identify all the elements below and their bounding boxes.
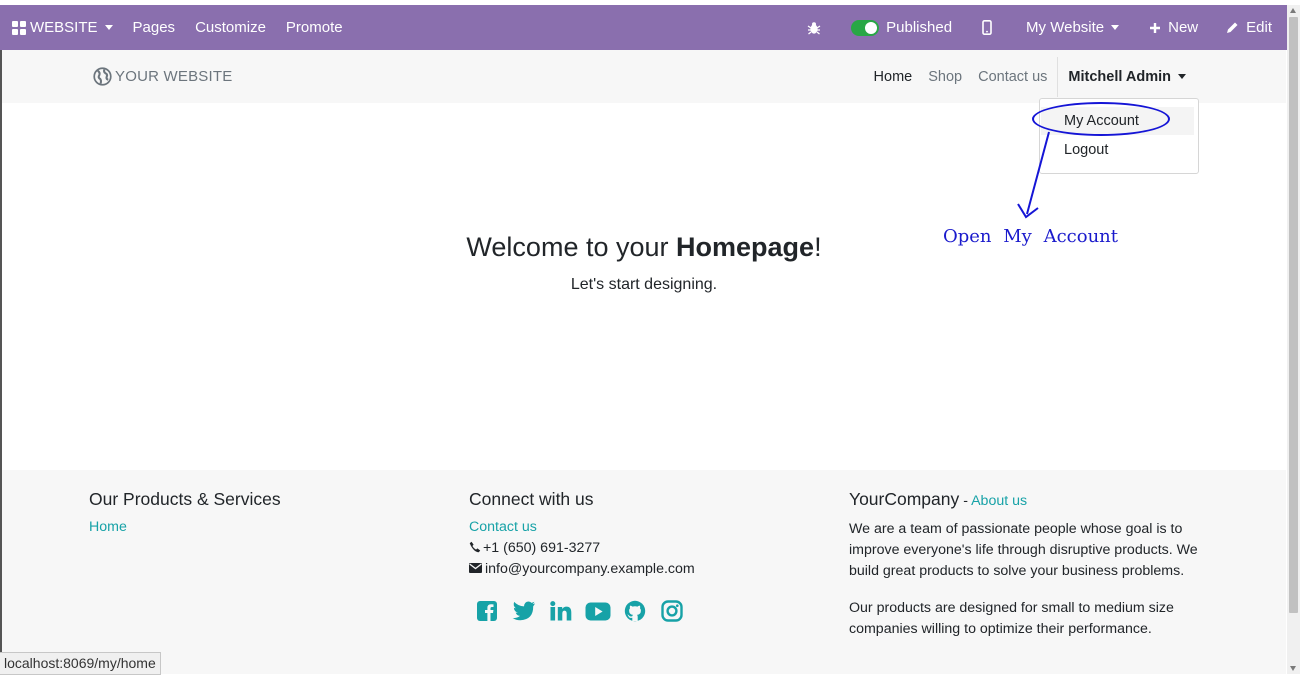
annotation-arrow — [1017, 131, 1050, 219]
site-header: YOUR WEBSITE Home Shop Contact us Mitche… — [2, 50, 1286, 103]
footer-company-name: YourCompany — [849, 489, 960, 509]
new-button[interactable]: New — [1135, 5, 1212, 50]
site-nav: Home Shop Contact us Mitchell Admin — [866, 50, 1198, 103]
footer-phone: +1 (650) 691-3277 — [469, 538, 809, 559]
admin-navbar-right: Published My Website New Edit — [791, 5, 1300, 50]
user-menu-toggle[interactable]: Mitchell Admin — [1060, 69, 1198, 85]
footer-products-column: Our Products & Services Home — [89, 488, 419, 538]
edit-label: Edit — [1246, 19, 1272, 36]
chevron-down-icon — [1178, 74, 1186, 79]
published-toggle[interactable]: Published — [837, 5, 964, 50]
footer-about-dash: - — [959, 493, 972, 509]
nav-contact-us[interactable]: Contact us — [970, 69, 1055, 85]
site-logo[interactable]: YOUR WEBSITE — [93, 67, 232, 86]
footer-about-paragraph-1: We are a team of passionate people whose… — [849, 521, 1198, 579]
footer-about-paragraph-2: Our products are designed for small to m… — [849, 600, 1174, 637]
chevron-down-icon — [104, 25, 113, 30]
mobile-icon — [982, 20, 992, 35]
hero-title-bold: Homepage — [676, 232, 815, 262]
apps-grid-icon — [12, 20, 26, 35]
footer-email-text: info@yourcompany.example.com — [485, 561, 695, 577]
footer-link-contact-us[interactable]: Contact us — [469, 517, 809, 538]
footer-email: info@yourcompany.example.com — [469, 559, 809, 580]
mobile-preview-button[interactable] — [964, 5, 1010, 50]
menu-customize[interactable]: Customize — [185, 5, 276, 50]
facebook-icon[interactable] — [474, 599, 500, 623]
hero-title-suffix: ! — [814, 232, 822, 262]
footer-about-column: YourCompany - About us We are a team of … — [849, 488, 1199, 656]
scroll-up-arrow-icon[interactable] — [1290, 8, 1296, 13]
debug-button[interactable] — [791, 5, 837, 50]
browser-status-bar: localhost:8069/my/home — [0, 652, 161, 675]
footer-connect-column: Connect with us Contact us +1 (650) 691-… — [469, 488, 809, 623]
globe-icon — [93, 67, 112, 86]
nav-home[interactable]: Home — [866, 69, 921, 85]
hero-title-prefix: Welcome to your — [466, 232, 677, 262]
app-label: WEBSITE — [30, 19, 98, 36]
footer-about-heading: YourCompany - About us — [849, 488, 1199, 512]
footer-phone-text: +1 (650) 691-3277 — [483, 540, 601, 556]
menu-promote[interactable]: Promote — [276, 5, 353, 50]
logo-text: YOUR WEBSITE — [115, 68, 233, 85]
user-name: Mitchell Admin — [1068, 68, 1171, 85]
scroll-down-arrow-icon[interactable] — [1290, 666, 1296, 671]
site-footer: Our Products & Services Home Connect wit… — [2, 470, 1286, 674]
pencil-icon — [1227, 22, 1238, 33]
footer-link-about-us[interactable]: About us — [971, 493, 1027, 509]
twitter-icon[interactable] — [511, 599, 537, 623]
hero-subtitle: Let's start designing. — [570, 276, 718, 293]
website-switcher[interactable]: My Website — [1010, 5, 1135, 50]
chevron-down-icon — [1111, 25, 1120, 30]
phone-icon — [469, 541, 481, 553]
menu-pages[interactable]: Pages — [123, 5, 186, 50]
website-switcher-label: My Website — [1026, 19, 1105, 36]
published-label: Published — [886, 19, 953, 36]
admin-navbar: WEBSITE Pages Customize Promote Publishe… — [0, 5, 1300, 50]
plus-icon — [1150, 22, 1161, 33]
linkedin-icon[interactable] — [548, 599, 574, 623]
instagram-icon[interactable] — [659, 599, 685, 623]
hero-title: Welcome to your Homepage! — [0, 232, 1288, 263]
vertical-scrollbar[interactable] — [1287, 5, 1300, 674]
bug-icon — [807, 21, 821, 35]
envelope-icon — [469, 563, 482, 573]
apps-menu-button[interactable]: WEBSITE — [0, 5, 123, 50]
github-icon[interactable] — [622, 599, 648, 623]
scrollbar-thumb[interactable] — [1289, 17, 1298, 613]
dropdown-item-logout[interactable]: Logout — [1064, 142, 1108, 158]
footer-connect-heading: Connect with us — [469, 489, 594, 509]
nav-shop[interactable]: Shop — [920, 69, 970, 85]
footer-products-heading: Our Products & Services — [89, 489, 281, 509]
social-links — [474, 599, 809, 623]
footer-link-home[interactable]: Home — [89, 517, 419, 538]
youtube-icon[interactable] — [585, 599, 611, 623]
nav-divider — [1057, 56, 1059, 97]
toggle-switch[interactable] — [851, 19, 880, 36]
new-label: New — [1168, 19, 1199, 36]
